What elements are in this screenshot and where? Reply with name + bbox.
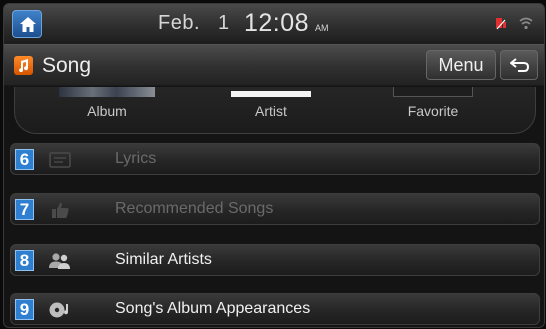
album-thumbnail — [59, 87, 155, 97]
people-icon — [49, 253, 70, 269]
home-button[interactable] — [12, 10, 42, 38]
menu-button[interactable]: Menu — [426, 50, 496, 80]
status-icons — [496, 17, 533, 30]
list-item-lyrics[interactable]: 6 Lyrics — [10, 143, 540, 175]
back-button[interactable] — [500, 50, 538, 80]
list-item-label: Similar Artists — [115, 251, 212, 268]
page-title: Song — [42, 54, 92, 77]
tab-artist[interactable]: Artist — [221, 103, 321, 119]
tab-favorite[interactable]: Favorite — [383, 103, 483, 119]
status-day: 1 — [218, 12, 230, 34]
car-infotainment-screen: Feb. 1 12:08 AM Song Menu Album Artist F… — [3, 3, 545, 328]
list-item-similar-artists[interactable]: 8 Similar Artists — [10, 244, 540, 276]
row-number-badge: 9 — [15, 299, 34, 320]
back-arrow-icon — [510, 58, 530, 72]
wifi-icon — [519, 17, 533, 30]
list-item-recommended-songs[interactable]: 7 Recommended Songs — [10, 193, 540, 225]
row-number-badge: 6 — [15, 149, 34, 170]
row-number-badge: 7 — [15, 199, 34, 220]
status-date: Feb. — [158, 12, 201, 34]
header-bar: Song Menu — [4, 45, 544, 86]
artist-thumbnail — [231, 91, 311, 97]
thumbs-up-icon — [52, 202, 69, 218]
list-item-label: Lyrics — [115, 150, 157, 167]
list-item-label: Song's Album Appearances — [115, 300, 311, 317]
category-tab-strip: Album Artist Favorite — [14, 87, 536, 134]
home-icon — [20, 17, 36, 32]
lyrics-icon — [49, 152, 71, 168]
favorite-thumbnail — [393, 87, 473, 97]
list-item-label: Recommended Songs — [115, 200, 274, 217]
album-disc-icon — [49, 302, 69, 318]
list-item-album-appearances[interactable]: 9 Song's Album Appearances — [10, 293, 540, 325]
tab-album[interactable]: Album — [57, 103, 157, 119]
status-ampm: AM — [315, 23, 329, 33]
status-time: 12:08 — [244, 9, 310, 37]
music-note-icon — [14, 56, 33, 75]
status-bar: Feb. 1 12:08 AM — [4, 4, 544, 45]
row-number-badge: 8 — [15, 250, 34, 271]
phone-signal-icon — [496, 18, 506, 30]
